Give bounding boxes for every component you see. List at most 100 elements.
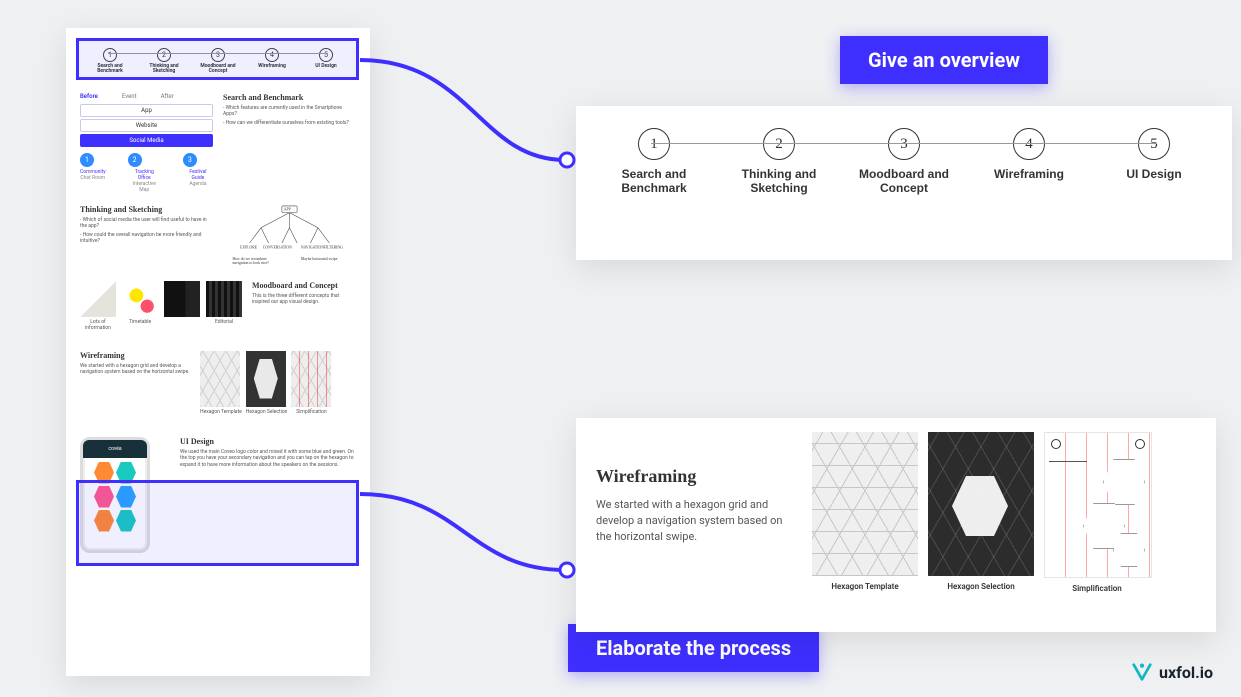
search-tab-event: Event xyxy=(122,93,137,100)
svg-text:APP: APP xyxy=(284,207,291,211)
feature-dot-3-label-a: Festival Guide xyxy=(183,169,213,181)
thinking-q2: - How could the overall navigation be mo… xyxy=(80,232,213,245)
svg-text:FILTERING: FILTERING xyxy=(324,245,343,249)
wire-fig-1: Hexagon Template xyxy=(812,432,918,593)
mockup-overview-strip: 1 Search and Benchmark 2 Thinking and Sk… xyxy=(66,28,370,81)
search-tabs-row: Before Event After xyxy=(80,93,213,100)
hex-tile-4 xyxy=(116,486,136,508)
hex-tile-3 xyxy=(94,486,114,508)
search-q1: - Which features are currently used in t… xyxy=(223,105,356,118)
feature-dot-2-label-a: Tracking Office xyxy=(128,169,161,181)
mockup-step-3-circle: 3 xyxy=(211,48,225,62)
mockup-steps-row: 1 Search and Benchmark 2 Thinking and Sk… xyxy=(80,42,356,81)
mockup-wf-2-img xyxy=(246,351,286,407)
overview-step-5: 5 UI Design xyxy=(1104,128,1204,196)
moodboard-thumbs-row: Lots of information Timetable Editorial xyxy=(80,281,242,331)
moodboard-thumb-1: Lots of information xyxy=(80,281,116,331)
mockup-step-2: 2 Thinking and Sketching xyxy=(138,48,190,75)
overview-step-5-label: UI Design xyxy=(1104,168,1204,182)
brand-name: uxfol.io xyxy=(1159,663,1213,682)
pill-website: Website xyxy=(80,119,213,132)
thumb-cap-1: Lots of information xyxy=(80,319,116,331)
wire-fig-2-cap: Hexagon Selection xyxy=(928,582,1034,591)
mockup-wf-2-cap: Hexagon Selection xyxy=(246,409,288,415)
hex-tile-2 xyxy=(116,462,136,484)
mockup-step-connector xyxy=(108,53,328,54)
uxfolio-logomark-icon xyxy=(1131,661,1153,683)
overview-step-2-circle: 2 xyxy=(763,128,795,160)
mockup-wf-1-cap: Hexagon Template xyxy=(200,409,242,415)
wire-fig-2: Hexagon Selection xyxy=(928,432,1034,593)
mockup-wire-heading: Wireframing xyxy=(80,351,190,360)
wire-fig-2-img xyxy=(928,432,1034,576)
mockup-wire-figs-row: Hexagon Template Hexagon Selection Simpl… xyxy=(200,351,356,415)
simp-dot-left xyxy=(1051,439,1061,449)
callout-overview-card: 1 Search and Benchmark 2 Thinking and Sk… xyxy=(576,106,1232,260)
badge-give-overview: Give an overview xyxy=(840,36,1048,84)
thumb-cap-3: Editorial xyxy=(206,319,242,325)
feature-dot-3: 3 xyxy=(183,153,197,167)
mockup-step-4: 4 Wireframing xyxy=(246,48,298,75)
mindmap-icon: APP EXPLORE CONVERSATION NAVIGATIONFILTER… xyxy=(223,205,356,266)
search-tab-before: Before xyxy=(80,93,98,100)
mockup-step-3: 3 Moodboard and Concept xyxy=(192,48,244,75)
thinking-heading: Thinking and Sketching xyxy=(80,205,213,214)
simp-hex-1 xyxy=(1103,459,1145,505)
hex-tile-1 xyxy=(94,462,114,484)
overview-step-2-label: Thinking and Sketching xyxy=(729,168,829,196)
mockup-step-1: 1 Search and Benchmark xyxy=(84,48,136,75)
overview-steps-row: 1 Search and Benchmark 2 Thinking and Sk… xyxy=(604,128,1204,196)
feature-dot-2-label-b: Interactive Map xyxy=(128,181,161,193)
mockup-step-4-label: Wireframing xyxy=(246,64,298,69)
mockup-section-moodboard: Lots of information Timetable Editorial … xyxy=(66,281,370,331)
thumb-cap-2: Timetable xyxy=(122,319,158,325)
brand-logo: uxfol.io xyxy=(1131,661,1213,683)
thinking-mindmap: APP EXPLORE CONVERSATION NAVIGATIONFILTER… xyxy=(223,205,356,269)
feature-col-2: 2 Tracking Office Interactive Map xyxy=(128,153,161,193)
hex-tile-6 xyxy=(116,510,136,532)
svg-text:NAVIGATION: NAVIGATION xyxy=(301,245,324,249)
mockup-step-4-circle: 4 xyxy=(265,48,279,62)
thumb-image-1 xyxy=(80,281,116,317)
search-right-col: Search and Benchmark - Which features ar… xyxy=(223,93,356,193)
thumb-image-3a xyxy=(164,281,200,317)
search-tab-after: After xyxy=(161,93,174,100)
overview-step-2: 2 Thinking and Sketching xyxy=(729,128,829,196)
mockup-wire-figs: Hexagon Template Hexagon Selection Simpl… xyxy=(200,351,356,415)
thumb-image-2 xyxy=(122,281,158,317)
moodboard-text-col: Moodboard and Concept This is the three … xyxy=(252,281,356,331)
mockup-wf-3-img xyxy=(291,351,331,407)
feature-dot-3-label-b: Agenda xyxy=(183,181,213,187)
feature-dot-1: 1 xyxy=(80,153,94,167)
mockup-section-thinking: Thinking and Sketching - Which of social… xyxy=(66,205,370,269)
wire-callout-body: We started with a hexagon grid and devel… xyxy=(596,497,786,545)
wire-figures-row: Hexagon Template Hexagon Selection Simpl… xyxy=(812,432,1150,593)
overview-step-4-label: Wireframing xyxy=(979,168,1079,182)
mockup-step-3-label: Moodboard and Concept xyxy=(192,64,244,75)
svg-text:CONVERSATION: CONVERSATION xyxy=(263,245,292,249)
mockup-wf-1-img xyxy=(200,351,240,407)
overview-step-1-label: Search and Benchmark xyxy=(604,168,704,196)
svg-text:navigation to look nice?: navigation to look nice? xyxy=(232,260,269,264)
svg-text:EXPLORE: EXPLORE xyxy=(240,245,258,249)
overview-step-3: 3 Moodboard and Concept xyxy=(854,128,954,196)
mockup-section-search: Before Event After App Website Social Me… xyxy=(66,93,370,193)
wire-fig-1-cap: Hexagon Template xyxy=(812,582,918,591)
overview-step-5-circle: 5 xyxy=(1138,128,1170,160)
ui-text-col: UI Design We used the main Coveo logo co… xyxy=(180,437,356,553)
pill-app: App xyxy=(80,104,213,117)
search-icon xyxy=(1135,439,1145,449)
search-q2: - How can we differentiate ourselves fro… xyxy=(223,120,356,127)
moodboard-thumbs-col: Lots of information Timetable Editorial xyxy=(80,281,242,331)
moodboard-thumb-4: Editorial xyxy=(206,281,242,331)
callout-wireframing-card: Wireframing We started with a hexagon gr… xyxy=(576,418,1216,632)
mockup-step-2-circle: 2 xyxy=(157,48,171,62)
case-study-mockup: 1 Search and Benchmark 2 Thinking and Sk… xyxy=(66,28,370,676)
feature-dot-1-label-b: Chat Room xyxy=(80,175,106,181)
feature-dots-row: 1 Community Chat Room 2 Tracking Office … xyxy=(80,153,213,193)
wire-callout-heading: Wireframing xyxy=(596,466,786,487)
overview-step-1-circle: 1 xyxy=(638,128,670,160)
mockup-wire-text: Wireframing We started with a hexagon gr… xyxy=(80,351,190,415)
search-heading: Search and Benchmark xyxy=(223,93,356,102)
mockup-wf-3: Simplification xyxy=(291,351,331,415)
